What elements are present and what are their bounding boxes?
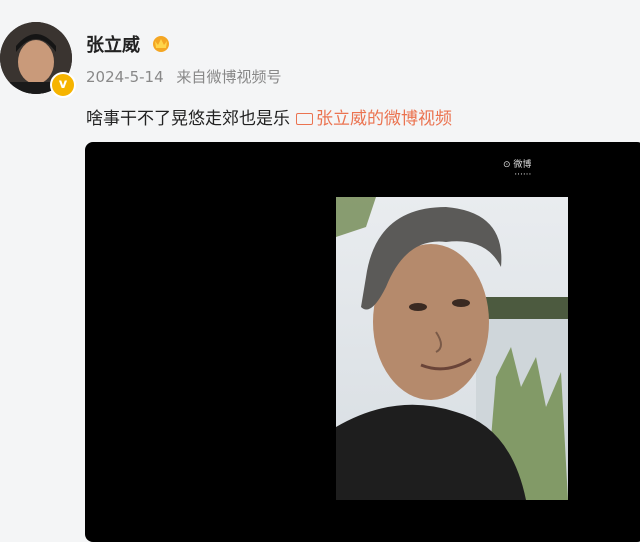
watermark-bottom: ······: [514, 170, 532, 180]
post-body: 啥事干不了晃悠走郊也是乐: [86, 109, 290, 129]
verified-badge-icon: v: [50, 72, 76, 98]
video-watermark: ⊙ 微博 ······: [503, 160, 531, 180]
video-link-label[interactable]: 张立威的微博视频: [316, 109, 452, 129]
author-name[interactable]: 张立威: [86, 31, 140, 57]
watermark-top: ⊙ 微博: [503, 160, 532, 170]
post-text: 啥事干不了晃悠走郊也是乐 张立威的微博视频: [86, 104, 452, 129]
crown-icon: [153, 36, 169, 52]
post-source[interactable]: 微博视频号: [206, 68, 281, 86]
source-prefix: 来自: [176, 68, 207, 86]
video-link[interactable]: 张立威的微博视频: [296, 109, 452, 129]
post-date[interactable]: 2024-5-14: [86, 68, 164, 86]
video-frame: [336, 197, 568, 500]
post-meta: 2024-5-14 来自微博视频号: [86, 66, 281, 87]
video-camera-icon: [296, 113, 313, 125]
